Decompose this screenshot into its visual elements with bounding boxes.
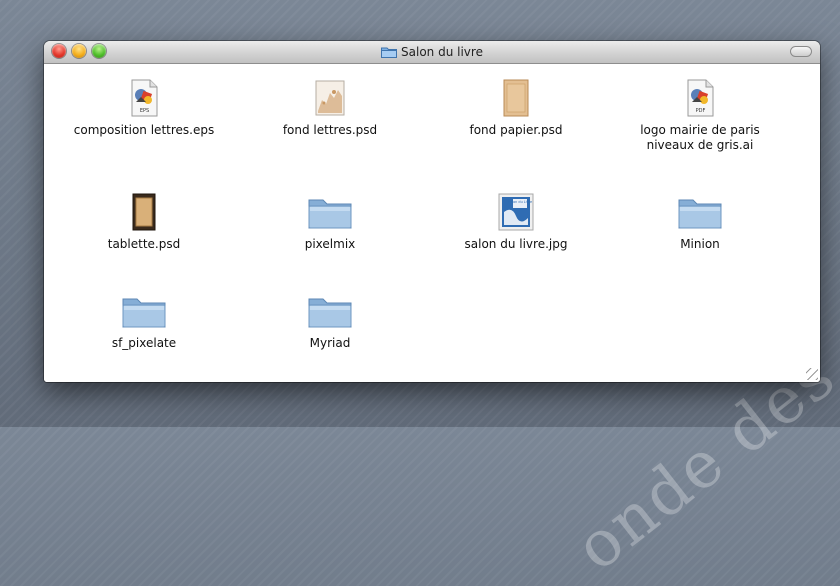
file-label: sf_pixelate <box>111 336 177 350</box>
resize-grip[interactable] <box>806 368 818 380</box>
file-label: logo mairie de paris niveaux de gris.ai <box>640 123 760 152</box>
folder-icon <box>678 199 722 229</box>
file-label: fond lettres.psd <box>282 123 378 137</box>
eps-badge: EPS <box>140 108 149 114</box>
folder-icon <box>308 298 352 328</box>
folder-item-sf-pixelate[interactable]: sf_pixelate <box>54 291 234 351</box>
file-label: tablette.psd <box>107 237 181 251</box>
jpg-badge: Salon du Livre <box>508 200 532 204</box>
file-label: pixelmix <box>304 237 356 251</box>
title-bar[interactable]: Salon du livre <box>44 41 820 64</box>
file-label: composition lettres.eps <box>73 123 215 137</box>
file-item-salon-du-livre[interactable]: Salon du Livre salon du livre.jpg <box>426 192 606 252</box>
folder-item-minion[interactable]: Minion <box>610 192 790 252</box>
file-item-fond-papier[interactable]: fond papier.psd <box>426 78 606 138</box>
file-icon-view[interactable]: EPS composition lettres.eps fond lettres… <box>44 64 820 382</box>
eps-document-icon: EPS <box>131 79 158 117</box>
psd-frame-icon <box>132 193 156 231</box>
folder-item-myriad[interactable]: Myriad <box>240 291 420 351</box>
file-item-logo-mairie[interactable]: PDF logo mairie de paris niveaux de gris… <box>610 78 790 153</box>
file-label: fond papier.psd <box>469 123 563 137</box>
window-title-text: Salon du livre <box>401 45 483 59</box>
file-item-composition-lettres[interactable]: EPS composition lettres.eps <box>54 78 234 138</box>
psd-paper-icon <box>503 79 529 117</box>
file-label: Myriad <box>309 336 351 350</box>
file-item-tablette[interactable]: tablette.psd <box>54 192 234 252</box>
file-label: Minion <box>680 237 720 251</box>
pdf-document-icon: PDF <box>687 79 714 117</box>
file-item-fond-lettres[interactable]: fond lettres.psd <box>240 78 420 138</box>
psd-image-icon <box>315 80 345 116</box>
pdf-badge: PDF <box>696 108 706 114</box>
window-title: Salon du livre <box>44 41 820 63</box>
toolbar-toggle-button[interactable] <box>790 46 812 57</box>
folder-icon <box>381 47 398 58</box>
finder-window[interactable]: Salon du livre EPS composition lettres.e… <box>44 41 820 382</box>
folder-icon <box>308 199 352 229</box>
jpg-image-icon: Salon du Livre <box>498 193 534 231</box>
file-label: salon du livre.jpg <box>464 237 568 251</box>
folder-item-pixelmix[interactable]: pixelmix <box>240 192 420 252</box>
folder-icon <box>122 298 166 328</box>
